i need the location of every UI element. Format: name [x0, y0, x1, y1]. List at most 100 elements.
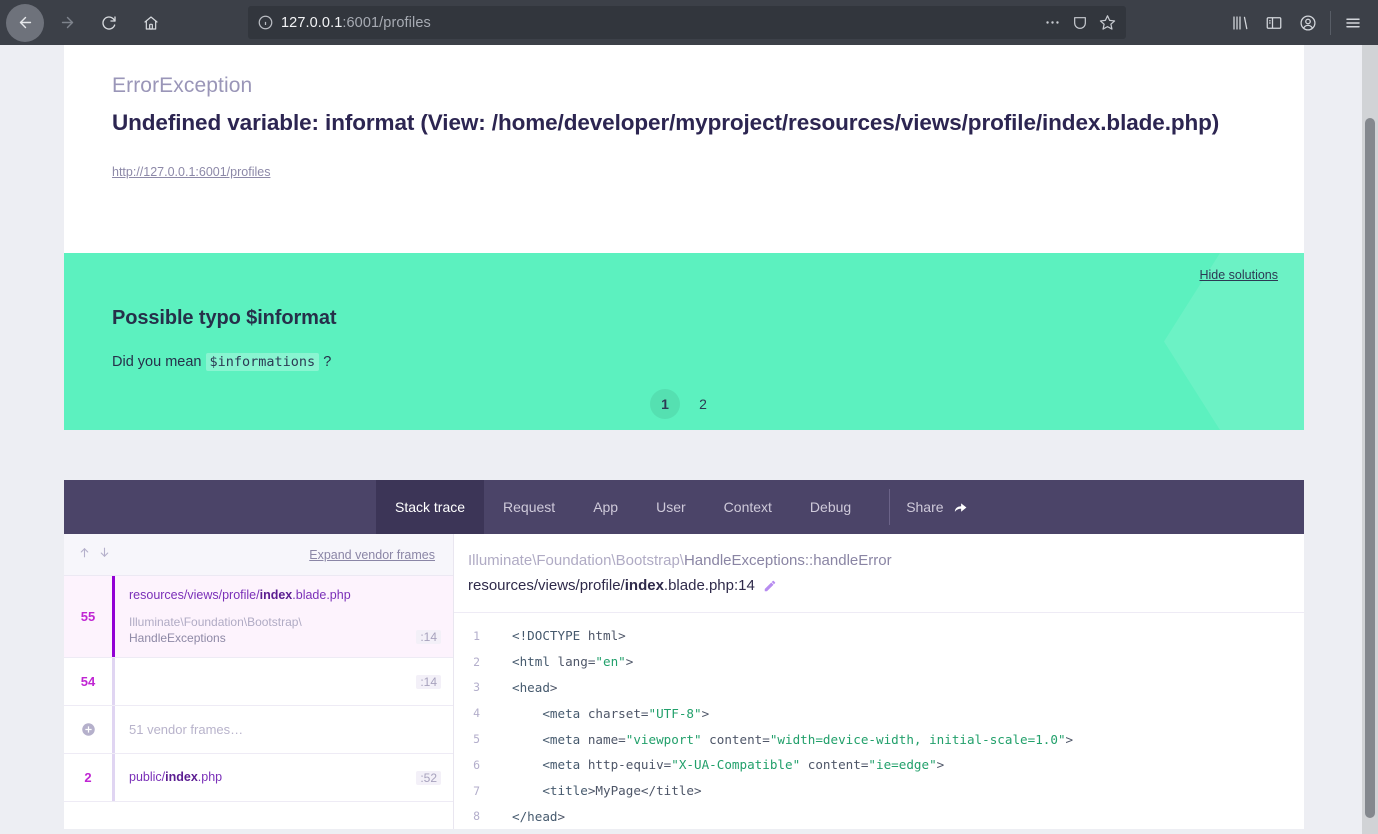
- frame-file: resources/views/profile/index.blade.php: [129, 586, 439, 605]
- exception-header-card: ErrorException Undefined variable: infor…: [64, 45, 1304, 253]
- site-info-icon[interactable]: [258, 15, 273, 30]
- share-label: Share: [906, 499, 944, 515]
- code-line: 5 <meta name="viewport" content="width=d…: [454, 726, 1304, 752]
- frame-class: Illuminate\Foundation\Bootstrap\ HandleE…: [129, 614, 439, 646]
- code-class-line: Illuminate\Foundation\Bootstrap\HandleEx…: [468, 548, 1304, 573]
- code-file-path: resources/views/profile/: [468, 577, 625, 594]
- line-number: 8: [473, 809, 480, 824]
- solution-card: Hide solutions Possible typo $informat D…: [64, 253, 1304, 430]
- expand-vendor-frames-link[interactable]: Expand vendor frames: [309, 548, 435, 562]
- solution-text-before: Did you mean: [112, 354, 202, 370]
- share-button[interactable]: Share: [906, 480, 986, 534]
- line-number: 7: [473, 783, 480, 798]
- frames-header: Expand vendor frames: [64, 534, 453, 576]
- tab-user[interactable]: User: [637, 480, 705, 534]
- frame-line-number: :14: [416, 674, 441, 689]
- url-host: 127.0.0.1: [281, 14, 343, 31]
- table-row[interactable]: 2 public/index.php :52: [64, 754, 453, 802]
- line-number: 5: [473, 732, 480, 747]
- frame-number: 2: [84, 770, 92, 785]
- code-line: 8 </head>: [454, 804, 1304, 830]
- page-viewport: ErrorException Undefined variable: infor…: [0, 45, 1378, 834]
- frame-namespace: Illuminate\Foundation\Bootstrap\: [129, 615, 302, 629]
- frame-file-path: resources/views/profile/: [129, 588, 260, 602]
- solution-text-after: ?: [323, 354, 332, 370]
- reader-view-icon[interactable]: [1072, 15, 1088, 31]
- code-line: 4 <meta charset="UTF-8">: [454, 700, 1304, 726]
- line-number: 1: [473, 628, 480, 643]
- code-line: 1 <!DOCTYPE html>: [454, 623, 1304, 649]
- edit-pencil-icon[interactable]: [763, 579, 777, 593]
- line-source: <html lang="en">: [512, 654, 634, 670]
- back-button[interactable]: [6, 3, 44, 42]
- request-url-link[interactable]: http://127.0.0.1:6001/profiles: [112, 165, 270, 179]
- code-file-ext: .blade.php:14: [663, 577, 755, 594]
- exception-message: Undefined variable: informat (View: /hom…: [112, 110, 1220, 135]
- share-arrow-icon: [953, 500, 968, 515]
- frame-file-name: index: [165, 769, 198, 784]
- frame-class-name: HandleExceptions: [129, 631, 226, 645]
- frames-list: Expand vendor frames 55 resources/views/…: [64, 534, 454, 830]
- frame-file: public/index.php: [129, 768, 439, 787]
- library-icon[interactable]: [1223, 6, 1257, 40]
- account-icon[interactable]: [1291, 6, 1325, 40]
- reload-button[interactable]: [90, 4, 128, 42]
- sidebar-icon[interactable]: [1257, 6, 1291, 40]
- browser-right-icons: [1223, 0, 1378, 45]
- line-source: <meta name="viewport" content="width=dev…: [542, 731, 1074, 747]
- table-row[interactable]: 54 :14: [64, 658, 453, 706]
- frame-body: public/index.php :52: [115, 754, 453, 801]
- code-pane: Illuminate\Foundation\Bootstrap\HandleEx…: [454, 534, 1304, 830]
- frames-sort-controls[interactable]: [78, 546, 111, 564]
- tab-app[interactable]: App: [574, 480, 637, 534]
- vendor-frames-row[interactable]: 51 vendor frames…: [64, 706, 453, 754]
- code-file-name: index: [624, 577, 664, 594]
- app-menu-icon[interactable]: [1336, 6, 1370, 40]
- frame-number: 55: [80, 609, 96, 624]
- hide-solutions-link[interactable]: Hide solutions: [1199, 268, 1278, 282]
- frame-file-ext: .php: [197, 769, 223, 784]
- tabbar-divider: [889, 489, 891, 525]
- frame-number: 54: [80, 674, 96, 689]
- line-number: 6: [473, 757, 480, 772]
- forward-button[interactable]: [48, 4, 86, 42]
- solution-page-2[interactable]: 2: [688, 389, 718, 419]
- line-source: </head>: [512, 808, 566, 824]
- sort-down-icon[interactable]: [98, 546, 111, 564]
- solution-body: Possible typo $informat Did you mean $in…: [64, 253, 1304, 371]
- tab-context[interactable]: Context: [705, 480, 791, 534]
- exception-class: ErrorException: [112, 74, 253, 97]
- frame-line-number: :14: [416, 630, 441, 644]
- line-source: <!DOCTYPE html>: [512, 628, 626, 644]
- solution-suggested-code: $informations: [205, 353, 320, 371]
- address-bar[interactable]: 127.0.0.1:6001/profiles: [248, 6, 1126, 39]
- page-scrollbar[interactable]: [1362, 45, 1378, 834]
- page-actions-icon[interactable]: [1044, 14, 1061, 31]
- code-line: 6 <meta http-equiv="X-UA-Compatible" con…: [454, 752, 1304, 778]
- line-number: 4: [473, 706, 480, 721]
- code-file-text: resources/views/profile/index.blade.php:…: [468, 573, 755, 599]
- expand-vendor-icon[interactable]: [64, 706, 112, 753]
- frame-line-number: :52: [416, 770, 441, 785]
- code-line: 3 <head>: [454, 675, 1304, 701]
- line-source: <meta http-equiv="X-UA-Compatible" conte…: [542, 757, 945, 773]
- toolbar-divider: [1330, 10, 1331, 35]
- bookmark-star-icon[interactable]: [1099, 14, 1116, 31]
- table-row[interactable]: 55 resources/views/profile/index.blade.p…: [64, 576, 453, 658]
- solution-title: Possible typo $informat: [112, 307, 337, 329]
- line-source: <title>MyPage</title>: [542, 783, 702, 799]
- tab-stack-trace[interactable]: Stack trace: [376, 480, 485, 534]
- sort-up-icon[interactable]: [78, 546, 91, 564]
- solution-description: Did you mean $informations ?: [112, 353, 1304, 371]
- frame-file-name: index: [259, 588, 293, 602]
- line-source: <head>: [512, 679, 558, 695]
- code-line: 2 <html lang="en">: [454, 649, 1304, 675]
- line-number: 2: [473, 654, 480, 669]
- tab-debug[interactable]: Debug: [791, 480, 870, 534]
- scrollbar-thumb[interactable]: [1365, 118, 1375, 818]
- solution-page-1[interactable]: 1: [650, 389, 680, 419]
- tab-request[interactable]: Request: [484, 480, 574, 534]
- home-button[interactable]: [132, 4, 170, 42]
- debug-tabbar: Stack trace Request App User Context Deb…: [64, 480, 1304, 534]
- frame-file-ext: .blade.php: [292, 588, 351, 602]
